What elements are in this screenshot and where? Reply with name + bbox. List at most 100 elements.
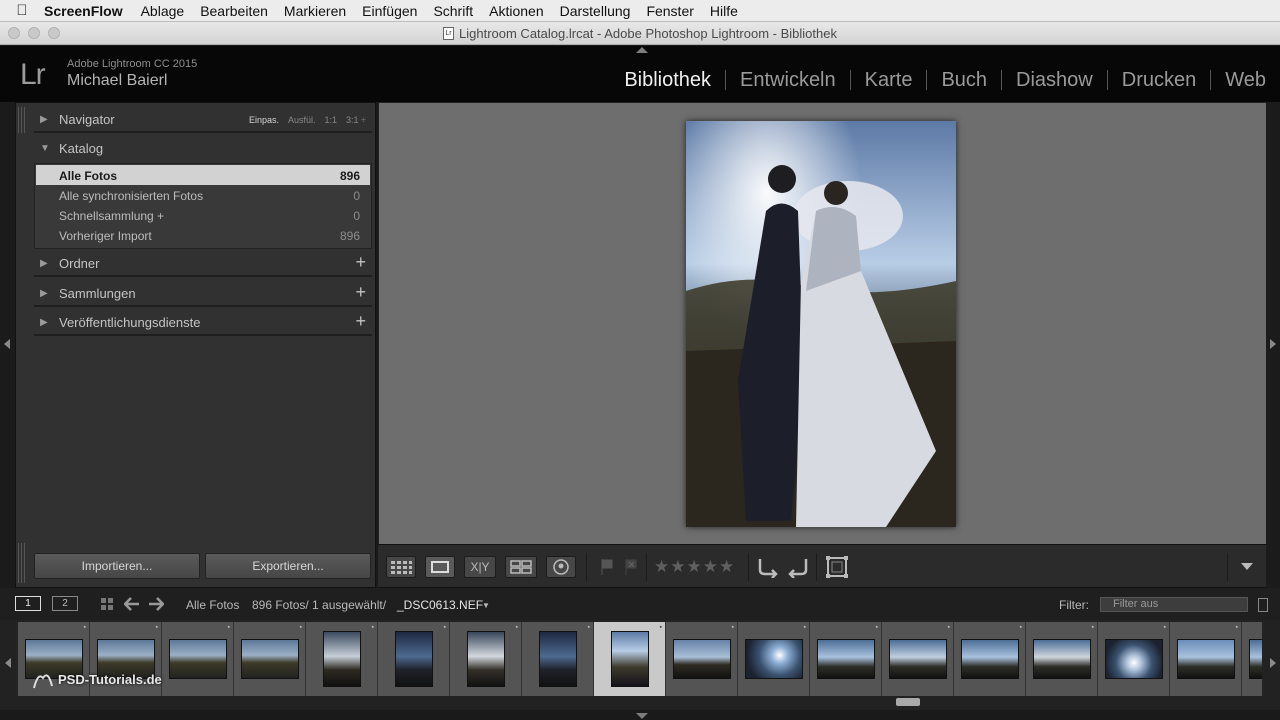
menu-einfuegen[interactable]: Einfügen [362, 3, 417, 19]
grid-view-button[interactable] [386, 556, 416, 578]
survey-view-button[interactable] [505, 556, 537, 578]
module-karte[interactable]: Karte [849, 70, 927, 90]
catalog-item-count: 896 [339, 229, 360, 243]
expand-collections-icon[interactable]: ▶ [40, 288, 48, 299]
menu-darstellung[interactable]: Darstellung [560, 3, 631, 19]
menu-ablage[interactable]: Ablage [141, 3, 185, 19]
rotate-left-icon[interactable] [756, 556, 780, 578]
rotate-right-icon[interactable] [786, 556, 810, 578]
filmstrip-thumb[interactable]: ▪ [522, 622, 594, 696]
filmstrip-thumb[interactable]: ▪ [1170, 622, 1242, 696]
reject-flag-icon[interactable] [624, 558, 638, 576]
crop-icon[interactable] [824, 554, 850, 580]
filmstrip-thumb[interactable]: ▪ [882, 622, 954, 696]
module-entwickeln[interactable]: Entwickeln [725, 70, 850, 90]
thumb-badge-icon: ▪ [443, 624, 446, 631]
module-drucken[interactable]: Drucken [1106, 70, 1210, 90]
menu-aktionen[interactable]: Aktionen [489, 3, 543, 19]
folders-title: Ordner [59, 256, 100, 271]
apple-icon[interactable]:  [0, 2, 44, 19]
menu-schrift[interactable]: Schrift [433, 3, 473, 19]
people-view-button[interactable] [546, 556, 576, 578]
filter-select[interactable]: Filter aus [1100, 597, 1248, 612]
panel-grip[interactable] [18, 107, 26, 133]
collapse-bottom-panel-icon[interactable] [636, 713, 648, 719]
module-diashow[interactable]: Diashow [1001, 70, 1107, 90]
filmstrip-scroll-left-icon[interactable] [5, 658, 11, 668]
filmstrip-thumb[interactable]: ▪ [954, 622, 1026, 696]
panel-grip-bottom[interactable] [18, 543, 26, 583]
module-buch[interactable]: Buch [926, 70, 1001, 90]
collections-section[interactable]: ▶ Sammlungen + [34, 279, 372, 307]
filmstrip-thumb-selected[interactable]: ▪ [594, 622, 666, 696]
menu-app[interactable]: ScreenFlow [44, 3, 123, 19]
filmstrip-thumb[interactable]: ▪ [306, 622, 378, 696]
import-button[interactable]: Importieren... [34, 553, 200, 579]
catalog-item-alle-fotos[interactable]: Alle Fotos 896 [36, 165, 370, 185]
menu-fenster[interactable]: Fenster [646, 3, 693, 19]
filmstrip-thumb[interactable]: ▪ [162, 622, 234, 696]
filmstrip-filename[interactable]: _DSC0613.NEF [397, 598, 483, 612]
minimize-window-button[interactable] [28, 27, 40, 39]
folders-section[interactable]: ▶ Ordner + [34, 249, 372, 277]
zoom-fit[interactable]: Einpas. [249, 115, 279, 125]
loupe-view-button[interactable] [425, 556, 455, 578]
export-button[interactable]: Exportieren... [205, 553, 371, 579]
catalog-item-synchronisiert[interactable]: Alle synchronisierten Fotos 0 [36, 185, 370, 205]
grid-icon[interactable] [100, 597, 116, 611]
catalog-item-vorheriger-import[interactable]: Vorheriger Import 896 [36, 225, 370, 245]
filename-chevron-icon[interactable]: ▼ [482, 601, 490, 610]
filmstrip-thumb[interactable]: ▪ [1026, 622, 1098, 696]
add-collection-icon[interactable]: + [355, 282, 366, 303]
zoom-fill[interactable]: Ausfül. [288, 115, 316, 125]
menu-bearbeiten[interactable]: Bearbeiten [200, 3, 268, 19]
publish-services-section[interactable]: ▶ Veröffentlichungsdienste + [34, 308, 372, 336]
second-window-button[interactable]: 2 [52, 596, 78, 611]
add-publish-service-icon[interactable]: + [355, 311, 366, 332]
navigator-section[interactable]: ▶ Navigator Einpas. Ausfül. 1:1 3:1 ÷ [34, 105, 372, 133]
left-panel-edge[interactable] [0, 102, 15, 588]
main-window-button[interactable]: 1 [15, 596, 41, 611]
filter-lock-icon[interactable] [1258, 598, 1268, 612]
right-panel-edge[interactable] [1266, 102, 1280, 588]
filmstrip-thumb[interactable]: ▪ [666, 622, 738, 696]
expand-publish-icon[interactable]: ▶ [40, 317, 48, 328]
filmstrip-thumb[interactable]: ▪ [234, 622, 306, 696]
filmstrip-scroll-right-icon[interactable] [1270, 658, 1276, 668]
filmstrip-thumb[interactable]: ▪ [1242, 622, 1262, 696]
flag-icon[interactable] [600, 558, 614, 576]
expand-right-panel-icon[interactable] [1270, 339, 1276, 349]
loupe-view[interactable] [378, 102, 1266, 544]
catalog-section[interactable]: ▼ Katalog [34, 134, 372, 162]
zoom-window-button[interactable] [48, 27, 60, 39]
catalog-item-schnellsammlung[interactable]: Schnellsammlung + 0 [36, 205, 370, 225]
thumb-badge-icon: ▪ [1235, 624, 1238, 631]
collapse-top-panel-icon[interactable] [636, 47, 648, 53]
thumb-badge-icon: ▪ [803, 624, 806, 631]
collapse-left-panel-icon[interactable] [4, 339, 10, 349]
zoom-1-1[interactable]: 1:1 [325, 115, 338, 125]
module-bibliothek[interactable]: Bibliothek [610, 70, 725, 90]
menu-markieren[interactable]: Markieren [284, 3, 346, 19]
close-window-button[interactable] [8, 27, 20, 39]
back-arrow-icon[interactable] [124, 597, 140, 611]
zoom-3-1[interactable]: 3:1 ÷ [346, 115, 366, 125]
expand-navigator-icon[interactable]: ▶ [40, 114, 48, 125]
filmstrip-thumb[interactable]: ▪ [738, 622, 810, 696]
filmstrip-thumb[interactable]: ▪ [450, 622, 522, 696]
star-rating[interactable]: ★★★★★ [654, 557, 735, 577]
compare-view-button[interactable]: X|Y [464, 556, 496, 578]
expand-folders-icon[interactable]: ▶ [40, 258, 48, 269]
module-web[interactable]: Web [1210, 70, 1280, 90]
menu-hilfe[interactable]: Hilfe [710, 3, 738, 19]
collapse-catalog-icon[interactable]: ▼ [40, 143, 50, 154]
forward-arrow-icon[interactable] [148, 597, 164, 611]
filmstrip-thumb[interactable]: ▪ [810, 622, 882, 696]
filmstrip-scrollbar-thumb[interactable] [896, 698, 920, 706]
toolbar-options-chevron-icon[interactable] [1240, 562, 1254, 572]
filmstrip-thumb[interactable]: ▪ [1098, 622, 1170, 696]
add-folder-icon[interactable]: + [355, 252, 366, 273]
filmstrip-source[interactable]: Alle Fotos [186, 598, 239, 612]
people-view-icon [553, 559, 569, 575]
filmstrip-thumb[interactable]: ▪ [378, 622, 450, 696]
